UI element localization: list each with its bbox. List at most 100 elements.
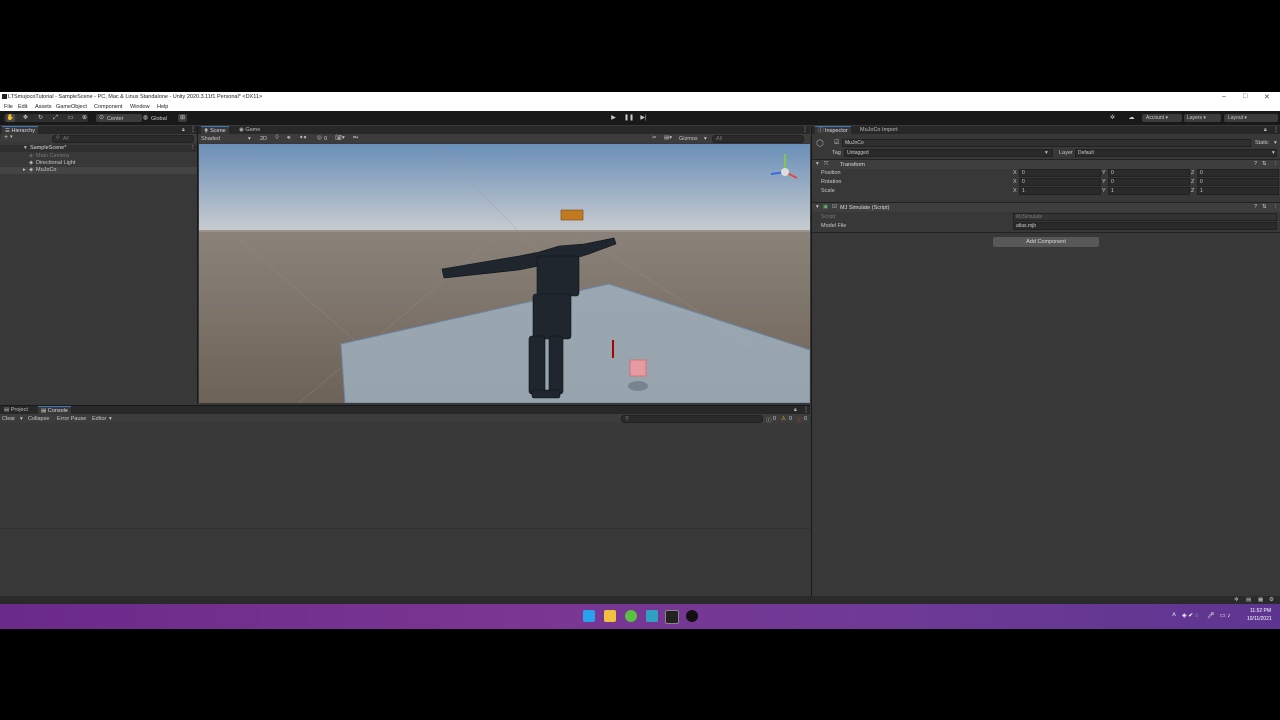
warning-count-icon[interactable]: ⚠: [781, 416, 786, 422]
console-search-input[interactable]: [621, 415, 763, 423]
gizmo-3d-icon[interactable]: ⌗▾: [353, 135, 358, 142]
progress-icon[interactable]: ✲: [1234, 597, 1239, 603]
layout-dropdown[interactable]: Layout ▾: [1224, 114, 1278, 122]
expand-arrow-icon[interactable]: ▾: [24, 145, 27, 151]
cloud-icon[interactable]: ☁: [1127, 114, 1136, 122]
active-checkbox[interactable]: ☑: [834, 139, 839, 146]
rotation-x-field[interactable]: 0: [1019, 178, 1101, 186]
y-axis-label[interactable]: Y: [1102, 179, 1106, 185]
scene-viewport[interactable]: [199, 144, 810, 403]
collapse-button[interactable]: Collapse: [28, 416, 49, 422]
position-x-field[interactable]: 0: [1019, 169, 1101, 177]
camera-settings-icon[interactable]: 📷︎▾: [335, 135, 345, 141]
step-icon[interactable]: ▶|: [639, 114, 648, 122]
transform-tool-icon[interactable]: ⊕: [80, 114, 89, 122]
chrome-icon[interactable]: [625, 610, 637, 622]
error-count-icon[interactable]: ⓘ: [797, 416, 803, 424]
component-menu-icon[interactable]: ⋮: [1273, 161, 1279, 167]
minimize-button[interactable]: –: [1222, 93, 1226, 100]
edge-icon[interactable]: [646, 610, 658, 622]
account-dropdown[interactable]: Account ▾: [1142, 114, 1182, 122]
scale-tool-icon[interactable]: ⤢: [51, 114, 60, 122]
chevron-down-icon[interactable]: ▾: [10, 134, 13, 140]
kebab-menu-icon[interactable]: ⋮: [1273, 126, 1279, 133]
model-file-field[interactable]: atlas.mjb: [1013, 222, 1277, 230]
position-z-field[interactable]: 0: [1197, 169, 1279, 177]
expand-arrow-icon[interactable]: ▾: [816, 161, 819, 167]
tab-hierarchy[interactable]: ☰ Hierarchy: [2, 126, 39, 134]
scene-row[interactable]: ▾ SampleScene* ⋮: [0, 145, 197, 152]
menu-gameobject[interactable]: GameObject: [56, 104, 87, 110]
collab-icon[interactable]: ✲: [1108, 114, 1117, 122]
lighting-icon[interactable]: 💡︎: [275, 135, 279, 142]
lock-icon[interactable]: 🔒︎: [182, 127, 185, 133]
menu-edit[interactable]: Edit: [18, 104, 27, 110]
add-component-button[interactable]: Add Component: [993, 237, 1099, 247]
rotate-tool-icon[interactable]: ↻: [36, 114, 45, 122]
menu-component[interactable]: Component: [94, 104, 122, 110]
tab-scene[interactable]: ⋕ Scene: [201, 126, 229, 134]
scale-x-field[interactable]: 1: [1019, 187, 1101, 195]
hidden-objects-icon[interactable]: ◎: [317, 135, 322, 141]
network-icon[interactable]: ▭ ♪: [1220, 612, 1230, 619]
space-label[interactable]: Global: [151, 116, 167, 122]
kebab-menu-icon[interactable]: ⋮: [190, 126, 196, 133]
chevron-down-icon[interactable]: ▾: [1274, 140, 1277, 146]
tab-console[interactable]: ▤ Console: [38, 406, 71, 414]
editor-dropdown[interactable]: Editor: [92, 416, 106, 422]
menu-assets[interactable]: Assets: [35, 104, 52, 110]
unity-icon[interactable]: [686, 610, 698, 622]
chevron-up-icon[interactable]: ˄: [1172, 612, 1176, 619]
y-axis-label[interactable]: Y: [1102, 188, 1106, 194]
x-axis-label[interactable]: X: [1013, 179, 1017, 185]
component-enable-checkbox[interactable]: ☑: [832, 204, 837, 210]
transform-header[interactable]: ▾ ⤧ Transform ? ⇅ ⋮: [812, 160, 1280, 169]
terminal-icon[interactable]: [665, 610, 679, 624]
scene-kebab-icon[interactable]: ⋮: [190, 145, 196, 151]
lock-icon[interactable]: 🔒︎: [794, 407, 797, 413]
settings-icon[interactable]: ⚙: [1269, 597, 1274, 603]
audio-icon[interactable]: 🔊︎: [287, 135, 290, 142]
clear-button[interactable]: Clear: [2, 416, 15, 422]
rotation-z-field[interactable]: 0: [1197, 178, 1279, 186]
hierarchy-search-input[interactable]: [52, 135, 194, 143]
static-dropdown[interactable]: Static: [1255, 140, 1269, 146]
gizmo-toggle-icon[interactable]: ▤▾: [664, 135, 672, 141]
tag-dropdown[interactable]: Untagged: [844, 149, 1053, 157]
move-tool-icon[interactable]: ✥: [21, 114, 30, 122]
tab-project[interactable]: ▤ Project: [1, 406, 31, 414]
z-axis-label[interactable]: Z: [1191, 179, 1194, 185]
console-icon[interactable]: ▤: [1246, 597, 1251, 603]
hierarchy-item-directional-light[interactable]: ◈ Directional Light: [0, 160, 197, 167]
gizmos-dropdown[interactable]: Gizmos: [679, 136, 698, 142]
rotation-y-field[interactable]: 0: [1108, 178, 1190, 186]
chevron-down-icon[interactable]: ▾: [109, 416, 112, 422]
info-count-icon[interactable]: ⓘ: [766, 416, 772, 424]
hierarchy-item-main-camera[interactable]: ◈ Main Camera: [0, 153, 197, 160]
expand-arrow-icon[interactable]: ▸: [23, 167, 26, 173]
shading-mode-dropdown[interactable]: Shaded: [201, 136, 220, 142]
x-axis-label[interactable]: X: [1013, 170, 1017, 176]
chevron-down-icon[interactable]: ▾: [248, 136, 251, 142]
help-icon[interactable]: ?: [1254, 204, 1257, 210]
menu-file[interactable]: File: [4, 104, 13, 110]
mic-icon[interactable]: 🎤︎: [1207, 612, 1215, 619]
scene-kebab-icon[interactable]: ⋮: [802, 126, 808, 133]
component-menu-icon[interactable]: ⋮: [1273, 204, 1279, 210]
hierarchy-item-mujoco[interactable]: ▸ ◈ MuJoCo: [0, 167, 197, 174]
tab-mujoco-import[interactable]: MuJoCo Import: [857, 126, 901, 134]
cache-icon[interactable]: ▦: [1258, 597, 1263, 603]
z-axis-label[interactable]: Z: [1191, 188, 1194, 194]
preset-icon[interactable]: ⇅: [1262, 204, 1267, 210]
z-axis-label[interactable]: Z: [1191, 170, 1194, 176]
grid-snap-icon[interactable]: ⊞: [178, 114, 187, 122]
tab-inspector[interactable]: ⓘ Inspector: [815, 126, 851, 134]
pause-icon[interactable]: ❚❚: [624, 114, 634, 122]
script-component-header[interactable]: ▾ ▣ ☑ MJ Simulate (Script) ? ⇅ ⋮: [812, 203, 1280, 212]
y-axis-label[interactable]: Y: [1102, 170, 1106, 176]
add-object-button[interactable]: +: [4, 134, 8, 141]
windows-start-icon[interactable]: [583, 610, 595, 622]
preset-icon[interactable]: ⇅: [1262, 161, 1267, 167]
file-explorer-icon[interactable]: [604, 610, 616, 622]
menu-help[interactable]: Help: [157, 104, 168, 110]
